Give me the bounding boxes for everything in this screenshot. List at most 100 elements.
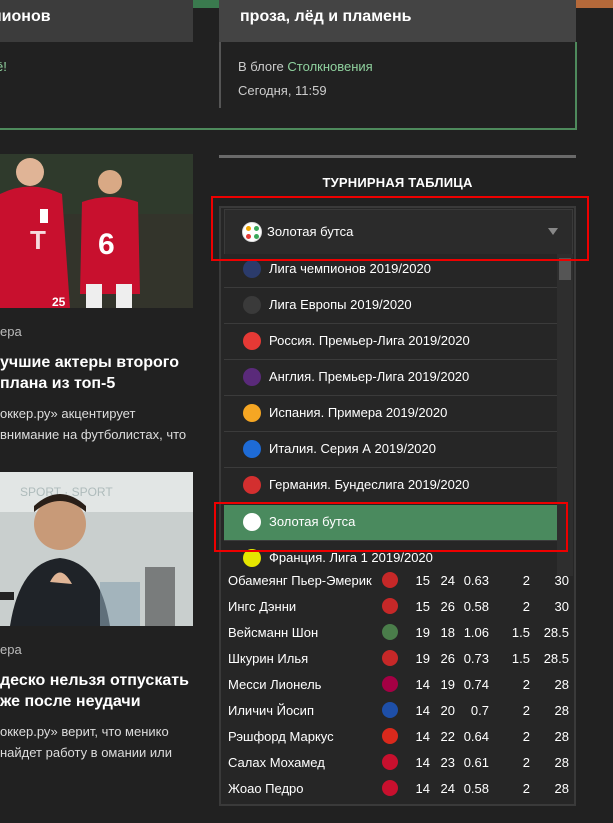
- dropdown-item[interactable]: Россия. Премьер-Лига 2019/2020: [224, 324, 557, 360]
- table-row[interactable]: Салах Мохамед 14 23 0.61 2 28: [224, 750, 573, 776]
- seriea-icon: [243, 440, 261, 458]
- club-crest-icon: [382, 780, 398, 796]
- points-cell: 28: [554, 703, 569, 718]
- table-row[interactable]: Рэшфорд Маркус 14 22 0.64 2 28: [224, 724, 573, 750]
- article-category[interactable]: ера: [0, 642, 22, 657]
- points-cell: 28: [554, 781, 569, 796]
- coef-cell: 1.5: [511, 625, 530, 640]
- matches-cell: 14: [415, 781, 430, 796]
- dropdown-item[interactable]: Германия. Бундеслига 2019/2020: [224, 468, 557, 504]
- table-row[interactable]: Вейсманн Шон 19 18 1.06 1.5 28.5: [224, 620, 573, 646]
- club-crest-icon: [382, 624, 398, 640]
- dropdown-item[interactable]: Испания. Примера 2019/2020: [224, 396, 557, 432]
- table-row[interactable]: Иличич Йосип 14 20 0.7 2 28: [224, 698, 573, 724]
- football-players-image: T 6 25: [0, 154, 193, 308]
- points-cell: 28: [554, 677, 569, 692]
- coef-cell: 2: [522, 729, 530, 744]
- dropdown-item[interactable]: Англия. Премьер-Лига 2019/2020: [224, 360, 557, 396]
- epl-icon: [243, 368, 261, 386]
- ratio-cell: 1.06: [463, 625, 489, 640]
- player-name: Рэшфорд Маркус: [228, 729, 334, 744]
- highlight-box: [211, 196, 589, 261]
- ratio-cell: 0.74: [463, 677, 489, 692]
- jersey-number: 25: [52, 295, 66, 308]
- points-cell: 28: [554, 755, 569, 770]
- svg-text:T: T: [30, 225, 46, 255]
- article-description: оккер.ру» верит, что менико найдет работ…: [0, 724, 173, 760]
- dropdown-item[interactable]: Лига Европы 2019/2020: [224, 288, 557, 324]
- coach-press-conference-image: SPORT · SPORT: [0, 472, 193, 626]
- matches-cell: 15: [415, 599, 430, 614]
- club-crest-icon: [382, 754, 398, 770]
- player-name: Салах Мохамед: [228, 755, 325, 770]
- table-row[interactable]: Месси Лионель 14 19 0.74 2 28: [224, 672, 573, 698]
- club-crest-icon: [382, 676, 398, 692]
- matches-cell: 19: [415, 625, 430, 640]
- blog-in-label: В блоге: [238, 59, 284, 74]
- news-card-top-right[interactable]: проза, лёд и пламень: [219, 0, 576, 42]
- dropdown-item[interactable]: Италия. Серия А 2019/2020: [224, 432, 557, 468]
- coef-cell: 2: [522, 703, 530, 718]
- matches-cell: 15: [415, 573, 430, 588]
- table-row[interactable]: Жоао Педро 14 24 0.58 2 28: [224, 776, 573, 802]
- news-card-top-left[interactable]: пионов: [0, 0, 193, 42]
- scrollbar-thumb[interactable]: [559, 258, 571, 280]
- article-description: оккер.ру» акцентирует внимание на футбол…: [0, 406, 187, 442]
- table-row[interactable]: Шкурин Илья 19 26 0.73 1.5 28.5: [224, 646, 573, 672]
- article-photo[interactable]: SPORT · SPORT: [0, 472, 193, 626]
- ratio-cell: 0.73: [463, 651, 489, 666]
- jersey-number: 6: [98, 228, 115, 261]
- club-crest-icon: [382, 650, 398, 666]
- rpl-icon: [243, 332, 261, 350]
- ratio-cell: 0.64: [463, 729, 489, 744]
- goals-cell: 23: [440, 755, 455, 770]
- standings-title: ТУРНИРНАЯ ТАБЛИЦА: [322, 175, 473, 190]
- blog-divider: [219, 42, 221, 108]
- coef-cell: 2: [522, 755, 530, 770]
- player-name: Вейсманн Шон: [228, 625, 319, 640]
- goals-cell: 24: [440, 573, 455, 588]
- dropdown-item-label: Испания. Примера 2019/2020: [269, 405, 448, 420]
- coef-cell: 2: [522, 781, 530, 796]
- news-card-title[interactable]: пионов: [0, 8, 51, 26]
- article-photo[interactable]: T 6 25: [0, 154, 193, 308]
- article-title[interactable]: деско нельзя отпускать же после неудачи: [0, 670, 193, 712]
- dropdown-item-label: Франция. Лига 1 2019/2020: [269, 550, 433, 565]
- blog-link[interactable]: Столкновения: [287, 59, 372, 74]
- article-title[interactable]: учшие актеры второго плана из топ-5: [0, 352, 193, 394]
- player-name: Месси Лионель: [228, 677, 322, 692]
- dropdown-item-label: Германия. Бундеслига 2019/2020: [269, 477, 470, 492]
- ucl-icon: [243, 260, 261, 278]
- ratio-cell: 0.58: [463, 781, 489, 796]
- blog-source: В блоге Столкновения: [238, 59, 373, 74]
- points-cell: 30: [554, 573, 569, 588]
- goals-cell: 22: [440, 729, 455, 744]
- goals-cell: 26: [440, 651, 455, 666]
- dropdown-item-label: Италия. Серия А 2019/2020: [269, 441, 436, 456]
- matches-cell: 19: [415, 651, 430, 666]
- club-crest-icon: [382, 728, 398, 744]
- bundesliga-icon: [243, 476, 261, 494]
- player-name: Ингс Дэнни: [228, 599, 297, 614]
- blog-date: Сегодня, 11:59: [238, 83, 327, 98]
- matches-cell: 14: [415, 729, 430, 744]
- points-cell: 28.5: [543, 651, 569, 666]
- dropdown-item-label: Лига чемпионов 2019/2020: [269, 261, 431, 276]
- player-name: Шкурин Илья: [228, 651, 309, 666]
- news-card-title[interactable]: проза, лёд и пламень: [240, 8, 411, 26]
- coef-cell: 2: [522, 599, 530, 614]
- club-crest-icon: [382, 702, 398, 718]
- table-row[interactable]: Ингс Дэнни 15 26 0.58 2 30: [224, 594, 573, 620]
- goals-cell: 24: [440, 781, 455, 796]
- panel-top-divider: [219, 155, 576, 158]
- dropdown-item-label: Россия. Премьер-Лига 2019/2020: [269, 333, 470, 348]
- points-cell: 28.5: [543, 625, 569, 640]
- ratio-cell: 0.63: [463, 573, 489, 588]
- blog-left-link[interactable]: ё!: [0, 59, 7, 74]
- club-crest-icon: [382, 572, 398, 588]
- table-row[interactable]: Обамеянг Пьер-Эмерик 15 24 0.63 2 30: [224, 568, 573, 594]
- matches-cell: 14: [415, 677, 430, 692]
- player-name: Иличич Йосип: [228, 703, 314, 718]
- goals-cell: 18: [440, 625, 455, 640]
- article-category[interactable]: ера: [0, 324, 22, 339]
